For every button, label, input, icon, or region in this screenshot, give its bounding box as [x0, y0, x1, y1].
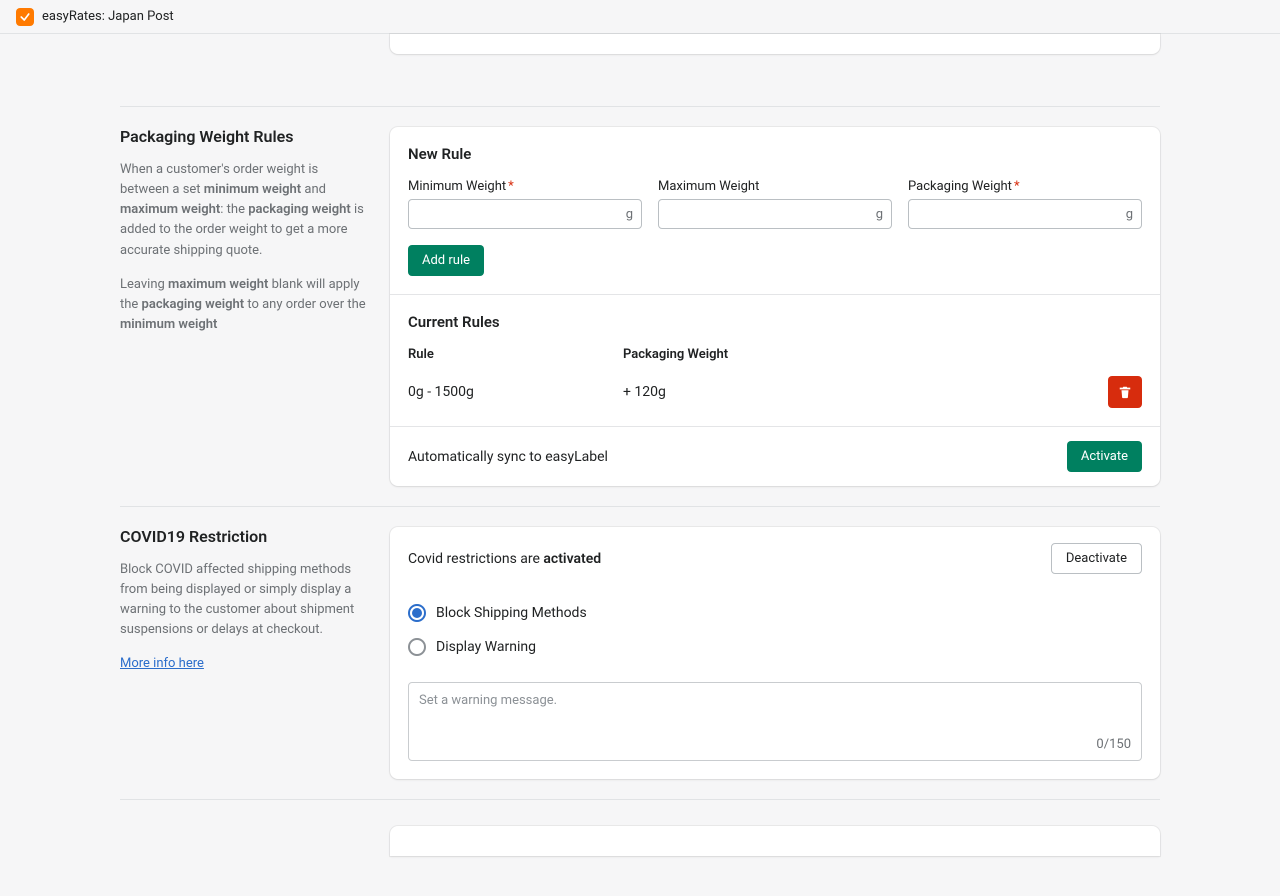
trash-icon [1118, 385, 1132, 399]
rules-header: Rule Packaging Weight [408, 347, 1142, 362]
max-weight-input[interactable] [659, 200, 891, 228]
delete-rule-button[interactable] [1108, 376, 1142, 408]
app-title: easyRates: Japan Post [42, 9, 174, 24]
app-icon [16, 8, 34, 26]
packaging-card: New Rule Minimum Weight* g Maximum Weigh… [390, 127, 1160, 486]
covid-title: COVID19 Restriction [120, 527, 370, 546]
pkg-weight-input[interactable] [909, 200, 1141, 228]
new-rule-title: New Rule [408, 145, 1142, 163]
min-weight-input[interactable] [409, 200, 641, 228]
more-info-link[interactable]: More info here [120, 656, 204, 671]
covid-desc: Block COVID affected shipping methods fr… [120, 560, 370, 641]
next-section-stub [120, 800, 1160, 856]
packaging-section: Packaging Weight Rules When a customer's… [120, 107, 1160, 507]
radio-display-warning[interactable]: Display Warning [408, 630, 1142, 664]
radio-label: Block Shipping Methods [436, 605, 587, 621]
packaging-desc-1: When a customer's order weight is betwee… [120, 160, 370, 261]
covid-card: Covid restrictions are activated Deactiv… [390, 527, 1160, 779]
topbar: easyRates: Japan Post [0, 0, 1280, 34]
col-weight-header: Packaging Weight [623, 347, 1142, 362]
previous-section-stub [120, 34, 1160, 107]
warning-textarea-wrap: 0/150 [408, 682, 1142, 761]
radio-label: Display Warning [436, 639, 536, 655]
packaging-desc-2: Leaving maximum weight blank will apply … [120, 275, 370, 335]
table-row: 0g - 1500g + 120g [408, 376, 1142, 408]
activate-sync-button[interactable]: Activate [1067, 441, 1142, 472]
rule-range: 0g - 1500g [408, 384, 623, 400]
packaging-title: Packaging Weight Rules [120, 127, 370, 146]
radio-block-methods[interactable]: Block Shipping Methods [408, 596, 1142, 630]
pkg-weight-label: Packaging Weight* [908, 179, 1142, 194]
covid-section: COVID19 Restriction Block COVID affected… [120, 507, 1160, 800]
add-rule-button[interactable]: Add rule [408, 245, 484, 276]
sync-text: Automatically sync to easyLabel [408, 449, 608, 465]
col-rule-header: Rule [408, 347, 623, 362]
covid-status: Covid restrictions are activated [408, 551, 601, 567]
radio-icon [408, 604, 426, 622]
current-rules-title: Current Rules [408, 313, 1142, 331]
max-weight-label: Maximum Weight [658, 179, 892, 194]
char-count: 0/150 [409, 737, 1141, 760]
min-weight-label: Minimum Weight* [408, 179, 642, 194]
warning-textarea[interactable] [409, 683, 1141, 733]
radio-icon [408, 638, 426, 656]
deactivate-button[interactable]: Deactivate [1051, 543, 1142, 574]
rule-weight: + 120g [623, 384, 1108, 400]
